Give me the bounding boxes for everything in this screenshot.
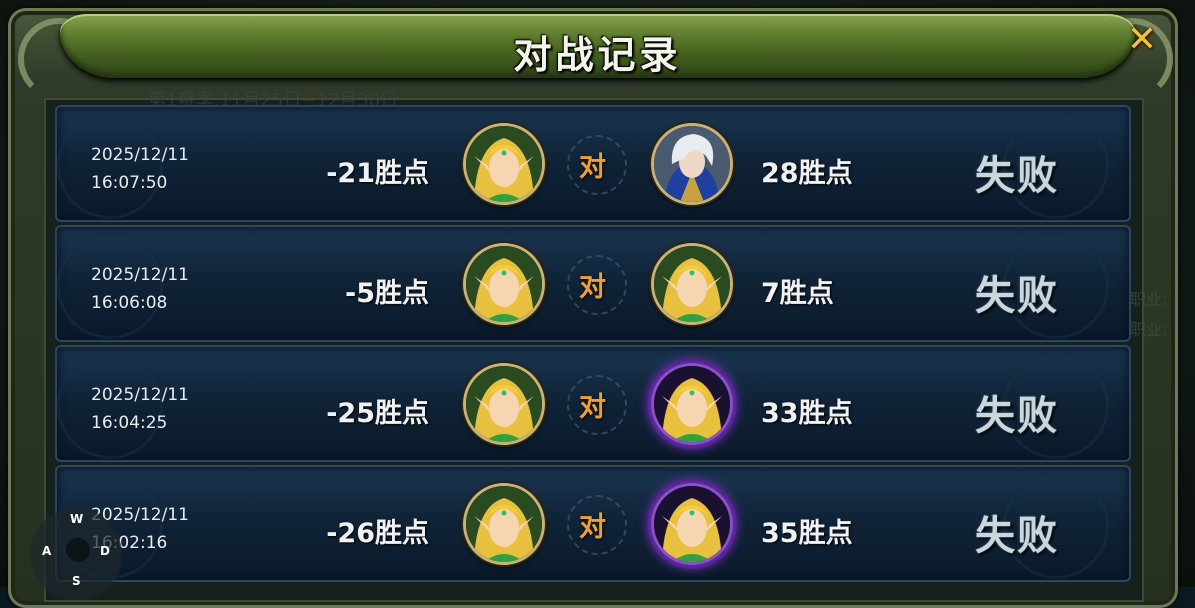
my-points: -5胜点 — [345, 278, 429, 309]
record-time: 16:06:08 — [91, 293, 168, 313]
record-datetime: 2025/12/11 16:06:08 — [91, 261, 189, 317]
my-points: -25胜点 — [326, 398, 429, 429]
my-points: -26胜点 — [326, 518, 429, 549]
vs-label: 对 — [579, 512, 606, 543]
close-x-icon[interactable]: ✕ — [1124, 22, 1160, 58]
dpad-center[interactable] — [66, 538, 90, 562]
record-time: 16:07:50 — [91, 173, 168, 193]
opponent-points: 35胜点 — [761, 518, 853, 549]
vs-label: 对 — [579, 272, 606, 303]
dpad-down-key[interactable]: S — [72, 574, 81, 588]
my-avatar-elf-icon[interactable] — [463, 363, 545, 445]
record-datetime: 2025/12/11 16:07:50 — [91, 141, 189, 197]
my-avatar-elf-icon[interactable] — [463, 123, 545, 205]
record-date: 2025/12/11 — [91, 265, 189, 285]
result-label: 失败 — [975, 513, 1059, 559]
opponent-avatar-white-hair-icon[interactable] — [651, 123, 733, 205]
opponent-points: 28胜点 — [761, 158, 853, 189]
record-row: 2025/12/11 16:06:08 -5胜点 对 7胜点 失败 — [55, 225, 1131, 342]
dpad-left-key[interactable]: A — [42, 544, 51, 558]
record-date: 2025/12/11 — [91, 145, 189, 165]
record-datetime: 2025/12/11 16:04:25 — [91, 381, 189, 437]
opponent-avatar-elf-icon[interactable] — [651, 243, 733, 325]
dialog-title: 对战记录 — [513, 33, 682, 77]
result-label: 失败 — [975, 393, 1059, 439]
side-text: 职业: 职业: — [1130, 285, 1167, 345]
my-avatar-elf-icon[interactable] — [463, 243, 545, 325]
vs-label: 对 — [579, 392, 606, 423]
record-time: 16:04:25 — [91, 413, 168, 433]
my-points: -21胜点 — [326, 158, 429, 189]
opponent-avatar-elf-purple-frame-icon[interactable] — [651, 483, 733, 565]
side-text-2: 职业: — [1130, 320, 1168, 339]
opponent-avatar-elf-purple-frame-icon[interactable] — [651, 363, 733, 445]
result-label: 失败 — [975, 273, 1059, 319]
vs-label: 对 — [579, 152, 606, 183]
record-row: 2025/12/11 16:04:25 -25胜点 对 33胜点 失败 — [55, 345, 1131, 462]
movement-dpad[interactable]: W A D S — [30, 508, 122, 600]
opponent-points: 7胜点 — [761, 278, 834, 309]
dpad-up-key[interactable]: W — [70, 512, 83, 526]
opponent-points: 33胜点 — [761, 398, 853, 429]
record-row: 2025/12/11 16:07:50 -21胜点 对 28胜点 失败 — [55, 105, 1131, 222]
my-avatar-elf-icon[interactable] — [463, 483, 545, 565]
result-label: 失败 — [975, 153, 1059, 199]
record-date: 2025/12/11 — [91, 385, 189, 405]
dpad-right-key[interactable]: D — [100, 544, 110, 558]
side-text-1: 职业: — [1130, 290, 1168, 309]
record-row: 2025/12/11 16:02:16 -26胜点 对 35胜点 失败 — [55, 465, 1131, 582]
